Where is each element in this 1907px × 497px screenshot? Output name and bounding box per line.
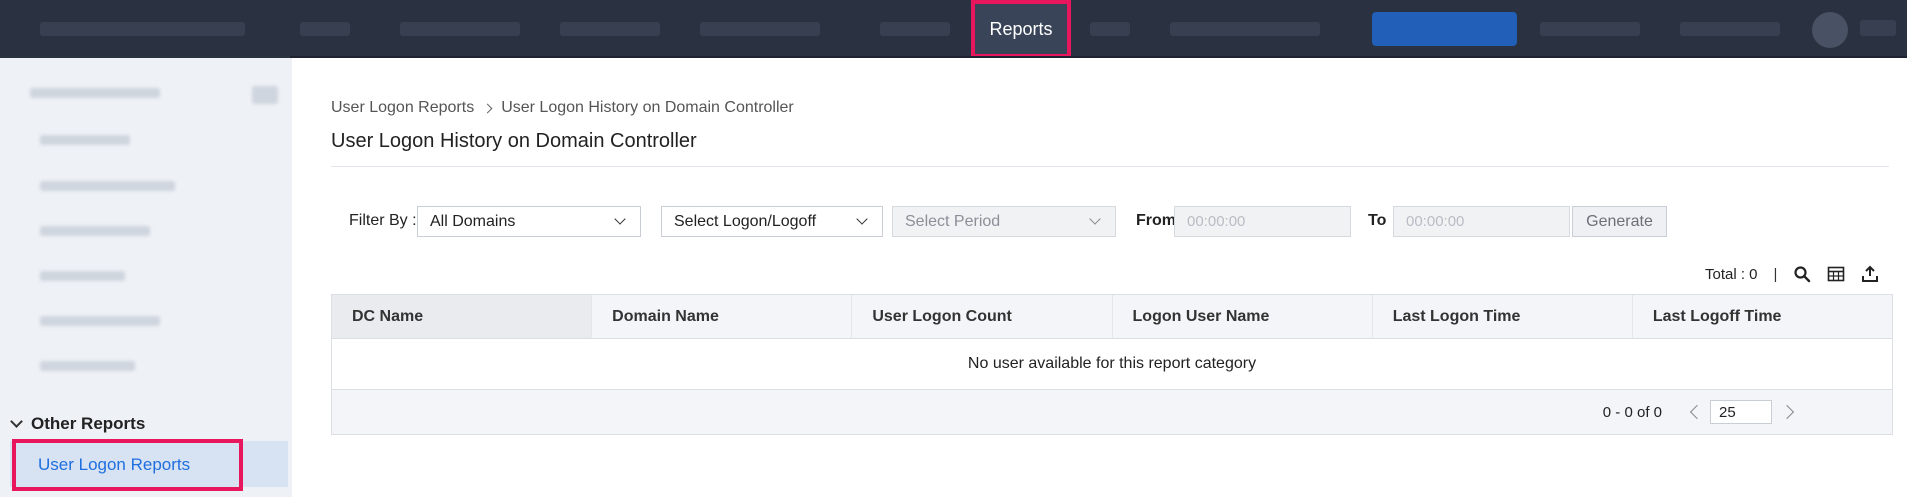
sidebar-item-blurred[interactable] (40, 181, 175, 191)
from-label: From (1136, 212, 1176, 229)
nav-item-blurred[interactable] (1170, 22, 1320, 36)
sidebar-section-header-blurred[interactable] (30, 88, 160, 98)
chevron-left-icon[interactable] (1689, 404, 1705, 420)
column-header-user-logon-count[interactable]: User Logon Count (852, 295, 1113, 338)
period-select[interactable]: Select Period (892, 206, 1116, 237)
nav-item-blurred[interactable] (880, 22, 950, 36)
columns-icon[interactable] (1827, 265, 1845, 283)
sidebar-group-other-reports[interactable]: Other Reports (10, 414, 146, 434)
to-label: To (1368, 212, 1387, 229)
empty-state-message: No user available for this report catego… (332, 339, 1892, 390)
toolbar-separator: | (1773, 265, 1778, 283)
sidebar-collapse-button-blurred[interactable] (252, 86, 278, 104)
chevron-down-icon (856, 213, 868, 225)
page-size-input[interactable]: 25 (1710, 400, 1772, 424)
title-divider (331, 166, 1889, 167)
domain-select-value: All Domains (430, 212, 516, 230)
top-navigation-bar: Reports (0, 0, 1907, 58)
chevron-right-icon (482, 103, 493, 113)
sidebar: Other Reports User Logon Reports (0, 58, 292, 497)
report-table: DC Name Domain Name User Logon Count Log… (331, 294, 1893, 435)
nav-item-blurred[interactable] (40, 22, 245, 36)
sidebar-item-blurred[interactable] (40, 271, 125, 281)
total-count: Total : 0 (1705, 265, 1758, 283)
page-size-value: 25 (1719, 403, 1736, 421)
sidebar-item-blurred[interactable] (40, 316, 160, 326)
pagination: 0 - 0 of 0 25 (1602, 400, 1795, 424)
nav-item-blurred[interactable] (1680, 22, 1780, 36)
sidebar-item-user-logon-reports[interactable]: User Logon Reports (12, 439, 243, 491)
main-content: User Logon Reports User Logon History on… (292, 58, 1907, 497)
chevron-down-icon (10, 414, 23, 428)
domain-select[interactable]: All Domains (417, 206, 641, 237)
avatar[interactable] (1812, 12, 1848, 48)
generate-button-label: Generate (1586, 212, 1653, 230)
column-header-last-logoff-time[interactable]: Last Logoff Time (1633, 295, 1892, 338)
nav-item-blurred[interactable] (1540, 22, 1640, 36)
generate-button[interactable]: Generate (1572, 206, 1667, 237)
pagination-range: 0 - 0 of 0 (1602, 403, 1662, 421)
from-time-input[interactable]: 00:00:00 (1174, 206, 1351, 237)
sidebar-item-blurred[interactable] (40, 361, 135, 371)
search-icon[interactable] (1793, 265, 1811, 283)
export-icon[interactable] (1861, 265, 1879, 283)
tab-reports-label: Reports (989, 18, 1053, 39)
page-title: User Logon History on Domain Controller (331, 130, 697, 152)
period-select-value: Select Period (905, 212, 1001, 230)
breadcrumb-current: User Logon History on Domain Controller (501, 99, 794, 116)
sidebar-item-blurred[interactable] (40, 135, 130, 145)
sidebar-item-label: User Logon Reports (38, 455, 191, 474)
tab-reports[interactable]: Reports (971, 0, 1071, 58)
table-header: DC Name Domain Name User Logon Count Log… (332, 295, 1892, 339)
from-time-placeholder: 00:00:00 (1187, 213, 1246, 230)
logon-type-select-value: Select Logon/Logoff (674, 212, 817, 230)
breadcrumb: User Logon Reports User Logon History on… (331, 99, 794, 117)
primary-action-button[interactable] (1372, 12, 1517, 46)
filter-by-label: Filter By : (349, 212, 417, 229)
nav-item-blurred[interactable] (1860, 20, 1896, 36)
nav-item-blurred[interactable] (400, 22, 520, 36)
breadcrumb-parent-link[interactable]: User Logon Reports (331, 99, 474, 117)
nav-item-blurred[interactable] (700, 22, 820, 36)
table-toolbar: Total : 0 | (1705, 263, 1879, 285)
logon-type-select[interactable]: Select Logon/Logoff (661, 206, 883, 237)
sidebar-item-blurred[interactable] (40, 226, 150, 236)
nav-item-blurred[interactable] (300, 22, 350, 36)
nav-item-blurred[interactable] (560, 22, 660, 36)
nav-item-blurred[interactable] (1090, 22, 1130, 36)
chevron-down-icon (614, 213, 626, 225)
chevron-right-icon[interactable] (1779, 404, 1795, 420)
column-header-logon-user-name[interactable]: Logon User Name (1113, 295, 1373, 338)
to-time-placeholder: 00:00:00 (1406, 213, 1465, 230)
sidebar-group-label: Other Reports (31, 414, 146, 433)
table-footer: 0 - 0 of 0 25 (332, 390, 1892, 434)
to-time-input[interactable]: 00:00:00 (1393, 206, 1570, 237)
column-header-domain-name[interactable]: Domain Name (592, 295, 853, 338)
column-header-last-logon-time[interactable]: Last Logon Time (1373, 295, 1633, 338)
chevron-down-icon (1089, 213, 1101, 225)
column-header-dc-name[interactable]: DC Name (332, 295, 593, 338)
